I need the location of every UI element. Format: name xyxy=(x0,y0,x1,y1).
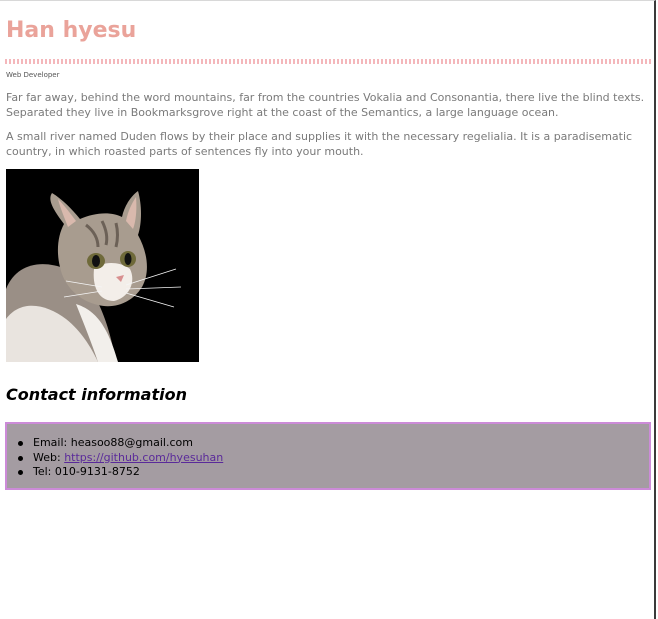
tel-label: Tel: xyxy=(33,465,55,478)
tel-value: 010-9131-8752 xyxy=(54,465,140,478)
web-label: Web: xyxy=(33,450,65,464)
contact-web-item: Web: https://github.com/hyesuhan xyxy=(18,450,223,466)
contact-email-item: Email: heasoo88@gmail.com xyxy=(18,436,223,451)
contact-box: Email: heasoo88@gmail.com Web: https://g… xyxy=(5,422,651,490)
contact-tel-item: Tel: 010-9131-8752 xyxy=(18,465,223,480)
contact-list: Email: heasoo88@gmail.com Web: https://g… xyxy=(18,436,223,480)
bullet-icon xyxy=(18,455,23,461)
bullet-icon xyxy=(18,441,23,446)
contact-heading: Contact information xyxy=(6,385,187,404)
intro-paragraph-2: A small river named Duden flows by their… xyxy=(6,130,633,158)
intro-paragraph-1: Far far away, behind the word mountains,… xyxy=(6,91,645,119)
job-title: Web Developer xyxy=(6,71,60,79)
title-divider xyxy=(5,59,651,64)
page-title: Han hyesu xyxy=(6,18,137,43)
cat-photo xyxy=(6,169,199,362)
github-link[interactable]: https://github.com/hyesuhan xyxy=(64,451,223,464)
email-label: Email: xyxy=(33,436,71,449)
email-value: heasoo88@gmail.com xyxy=(70,436,193,449)
page: Han hyesu Web Developer Far far away, be… xyxy=(0,0,656,619)
bullet-icon xyxy=(18,470,23,475)
